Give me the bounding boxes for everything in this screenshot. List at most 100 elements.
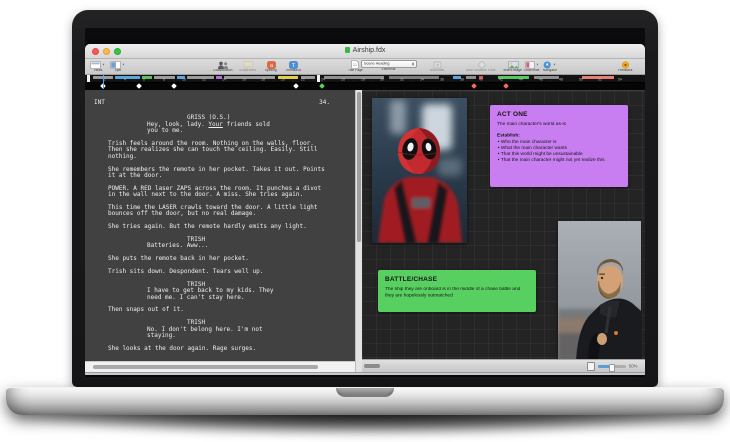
script-dialogue[interactable]: TRISHBatteries. Aww... [85, 237, 355, 250]
script-horizontal-scrollbar[interactable] [85, 361, 355, 372]
toolbar-label: Elements [382, 68, 396, 71]
page-tick: 6 [143, 78, 145, 81]
toolbar-feedback[interactable]: Feedback [603, 60, 645, 75]
act-break-marker[interactable] [87, 75, 90, 82]
toolbar-label: Thesaurus [285, 69, 301, 72]
scrollbar-thumb[interactable] [93, 365, 318, 369]
board-status-bar: 50% [362, 359, 645, 372]
script-dialogue[interactable]: TRISHNo. I don't belong here. I'm not st… [85, 320, 355, 339]
beat-marker[interactable] [503, 83, 509, 89]
beat-card-battle-chase[interactable]: BATTLE/CHASE The ship they are onboard i… [378, 270, 536, 312]
document-icon [345, 47, 350, 53]
script-action[interactable]: Then snaps out of it. [85, 307, 355, 313]
script-action[interactable]: Trish sits down. Despondent. Tears well … [85, 269, 355, 275]
dialogue-text: No. I don't belong here. I'm not staying… [147, 327, 355, 340]
toolbar-new-beat[interactable]: New Beat [415, 60, 459, 75]
beat-card-act-one[interactable]: ACT ONE The main character's world as-is… [490, 105, 628, 187]
script-panel: INT 34. GRISS (O.S.)Hey, look, lady. Your … [85, 90, 355, 372]
script-scene[interactable]: INT 34. [85, 100, 355, 106]
beat-image-man[interactable] [558, 221, 641, 360]
card-body: The ship they are onboard is in the midd… [385, 287, 529, 299]
board-horizontal-scrollbar[interactable] [364, 364, 380, 368]
thesaurus-icon: T [289, 60, 298, 69]
scene-segment[interactable] [389, 76, 439, 79]
story-map-beats[interactable] [85, 83, 645, 90]
script-action[interactable]: She remembers the remote in her pocket. … [85, 167, 355, 180]
beat-marker[interactable] [171, 83, 177, 89]
card-bullet-list: Who the main character isWhat the main c… [497, 140, 621, 164]
scene-segment[interactable] [115, 76, 140, 79]
script-action[interactable]: Trish feels around the room. Nothing on … [85, 141, 355, 160]
scene-segment[interactable] [224, 76, 276, 79]
beat-board-canvas[interactable]: ACT ONE The main character's world as-is… [362, 91, 645, 360]
new-beat-icon [433, 60, 442, 69]
page-tick: 26 [341, 78, 345, 81]
zoom-level: 50% [629, 364, 637, 368]
zoom-slider-knob[interactable] [609, 364, 615, 372]
beat-marker[interactable] [136, 83, 142, 89]
toolbar-label: Title Page [348, 69, 363, 72]
scene-segment[interactable] [324, 76, 384, 79]
script-action[interactable]: She puts the remote back in her pocket. [85, 256, 355, 262]
act-break-marker[interactable] [317, 75, 320, 82]
card-bullet: That the main character might not yet re… [498, 158, 621, 164]
page-tick: 20 [281, 78, 285, 81]
page-tick: 12 [202, 78, 206, 81]
page-tick: 48 [559, 78, 563, 81]
laptop-bezel: Airship.fdx ▾Views▾SplitCollaborationScr… [72, 10, 658, 387]
page-icon [587, 362, 595, 371]
scrollbar-thumb[interactable] [357, 92, 361, 242]
toolbar-elements[interactable]: Scene Heading Elements [367, 60, 411, 74]
script-dialogue[interactable]: GRISS (O.S.)Hey, look, lady. Your friend… [85, 115, 355, 134]
page-tick: 50 [579, 78, 583, 81]
title-page-icon [351, 60, 359, 69]
page-tick: 38 [460, 78, 464, 81]
toolbar-split[interactable]: ▾Split [96, 60, 140, 75]
card-body: The main character's world as-is Establi… [497, 122, 621, 164]
script-action[interactable]: POWER. A RED laser ZAPS across the room.… [85, 186, 355, 199]
script-action[interactable]: She looks at the door again. Rage surges… [85, 346, 355, 352]
dialogue-text: Batteries. Aww... [147, 243, 355, 249]
script-editor[interactable]: INT 34. GRISS (O.S.)Hey, look, lady. Your … [85, 90, 355, 362]
page-tick: 18 [261, 78, 265, 81]
zoom-slider[interactable] [598, 365, 626, 368]
card-subtitle: The main character's world as-is [497, 122, 621, 128]
story-map-ruler[interactable]: 2·4·6·8·10·12·14·16·18·20·22·24·26·28·30… [85, 75, 645, 83]
script-action[interactable]: This time the LASER crawls toward the do… [85, 205, 355, 218]
page-tick: 36 [440, 78, 444, 81]
toolbar-navigator[interactable]: ▾Navigator [528, 60, 572, 75]
page-tick: 42 [499, 78, 503, 81]
elements-value: Scene Heading [364, 62, 389, 66]
script-dialogue[interactable]: TRISHI have to get back to my kids. They… [85, 282, 355, 301]
playhead[interactable] [103, 75, 104, 89]
feedback-icon [621, 60, 630, 69]
script-vertical-scrollbar[interactable] [355, 90, 362, 372]
beat-marker[interactable] [471, 83, 477, 89]
toolbar-thesaurus[interactable]: TThesaurus [271, 60, 315, 75]
elements-dropdown[interactable]: Scene Heading [361, 60, 417, 68]
beat-image-masked-hero[interactable] [372, 98, 467, 243]
toolbar-label: Feedback [618, 69, 632, 72]
beat-marker[interactable] [319, 83, 325, 89]
scene-segment[interactable] [534, 76, 559, 79]
beat-board[interactable]: ACT ONE The main character's world as-is… [362, 90, 645, 372]
app-window: Airship.fdx ▾Views▾SplitCollaborationScr… [85, 44, 645, 375]
scene-segment[interactable] [216, 76, 222, 79]
page-number: 34. [319, 100, 330, 106]
script-action[interactable]: She tries again. But the remote hardly e… [85, 224, 355, 230]
toolbar-label: Navigator [543, 69, 557, 72]
chevron-down-icon: ▾ [123, 62, 125, 66]
card-title: BATTLE/CHASE [385, 276, 529, 283]
new-structure-point-icon [477, 60, 486, 69]
page-tick: 16 [242, 78, 246, 81]
scene-segment[interactable] [187, 76, 214, 79]
dialogue-text: Hey, look, lady. Your friends sold you t… [147, 122, 355, 135]
toolbar-label: Split [115, 69, 121, 72]
split-icon: ▾ [110, 60, 125, 69]
beat-marker[interactable] [293, 83, 299, 89]
page-tick: 28 [361, 78, 365, 81]
scene-heading: INT [94, 100, 105, 106]
window-footer [85, 372, 645, 375]
scene-segment[interactable] [466, 76, 476, 79]
titlebar[interactable]: Airship.fdx [85, 44, 645, 59]
